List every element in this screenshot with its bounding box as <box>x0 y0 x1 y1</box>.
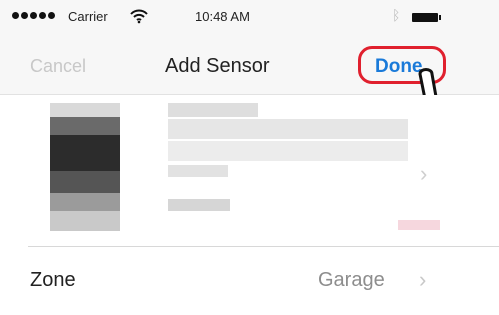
clock-time: 10:48 AM <box>195 9 250 24</box>
sensor-thumbnail <box>50 103 120 231</box>
signal-dots-icon <box>12 12 55 19</box>
carrier-label: Carrier <box>68 9 108 24</box>
chevron-right-icon: › <box>420 161 428 186</box>
blurred-text <box>168 165 228 177</box>
cancel-button[interactable]: Cancel <box>30 56 86 77</box>
pink-indicator <box>398 220 440 230</box>
blurred-text <box>168 199 230 211</box>
blurred-text <box>168 141 408 161</box>
blurred-text <box>168 119 408 139</box>
zone-label: Zone <box>30 269 76 291</box>
blurred-text <box>168 103 258 117</box>
battery-icon <box>412 13 441 22</box>
zone-row[interactable]: Zone Garage › <box>0 247 499 315</box>
wifi-icon <box>130 9 148 24</box>
bluetooth-icon: ᛒ <box>392 7 401 23</box>
chevron-right-icon: › <box>419 267 427 292</box>
page-title: Add Sensor <box>165 55 270 77</box>
sensor-row[interactable]: › <box>0 95 499 245</box>
status-bar: Carrier 10:48 AM ᛒ <box>0 0 499 34</box>
zone-value: Garage <box>318 269 385 291</box>
